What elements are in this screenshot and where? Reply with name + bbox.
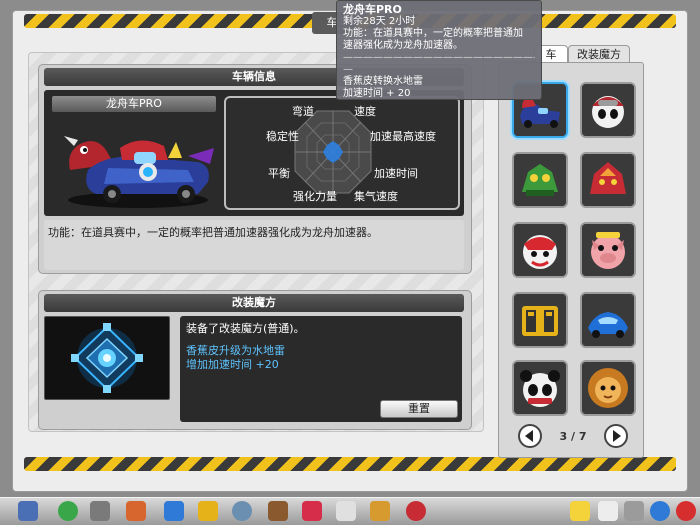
stat-accel-time: 加速时间: [374, 167, 418, 180]
stat-speed: 速度: [354, 105, 376, 118]
tab-mod-cube[interactable]: 改装魔方: [568, 45, 630, 63]
hazard-stripe-bottom: [24, 457, 676, 471]
settings-icon[interactable]: [624, 501, 644, 521]
tooltip-title: 龙舟车PRO: [343, 3, 402, 16]
tooltip-remaining: 剩余28天 2小时: [343, 16, 416, 27]
blue-sports-car-icon: [582, 294, 634, 346]
car-slot-red-dragon[interactable]: [580, 152, 636, 208]
mod-effect-line-2: 增加加速时间 +20: [186, 358, 279, 371]
memo-icon[interactable]: [598, 501, 618, 521]
pig-car-icon: [582, 224, 634, 276]
dragon-boat-car-image: [64, 136, 214, 208]
system-logo-icon[interactable]: [18, 501, 38, 521]
car-slot-yellow-mech[interactable]: [512, 292, 568, 348]
stat-cornering: 弯道: [292, 105, 314, 118]
tooltip-separator-2: —: [343, 64, 353, 75]
tooltip-function-1: 功能：在道具赛中，一定的概率把普通加: [343, 28, 523, 39]
tooltip-separator-1: ———————————————————————: [343, 52, 535, 63]
flag-icon[interactable]: [370, 501, 390, 521]
mod-cube-icon: [71, 323, 143, 393]
tooltip-function-2: 速器强化成为龙舟加速器。: [343, 40, 463, 51]
vehicle-description: 功能：在道具赛中，一定的概率把普通加速器强化成为龙舟加速器。: [44, 220, 464, 270]
lion-car-icon: [582, 362, 634, 414]
stat-charge-speed: 集气速度: [354, 190, 398, 203]
search-icon[interactable]: [650, 501, 670, 521]
pager-prev-button[interactable]: [518, 424, 542, 448]
car-slot-panda-helmet[interactable]: [580, 82, 636, 138]
power-icon[interactable]: [676, 501, 696, 521]
stat-balance: 平衡: [268, 167, 290, 180]
red-dragon-car-icon: [582, 154, 634, 206]
stats-radar-chart: [294, 110, 372, 194]
shop-cart-icon[interactable]: [90, 501, 110, 521]
item-icon[interactable]: [198, 501, 218, 521]
car-slot-panda[interactable]: [512, 360, 568, 416]
gear-icon[interactable]: [232, 501, 252, 521]
tooltip-upgrade-2: 加速时间 + 20: [343, 88, 411, 99]
page-indicator: 3 / 7: [559, 430, 587, 443]
arrow-left-icon: [525, 430, 533, 442]
message-icon[interactable]: [336, 501, 356, 521]
mod-equipped-text: 装备了改装魔方(普通)。: [186, 322, 305, 335]
arrow-right-icon: [613, 430, 621, 442]
stat-boost-power: 强化力量: [293, 190, 337, 203]
character-icon[interactable]: [126, 501, 146, 521]
panda-car-icon: [514, 362, 566, 414]
pager-next-button[interactable]: [604, 424, 628, 448]
car-name-plate: 龙舟车PRO: [52, 96, 216, 112]
tools-icon[interactable]: [268, 501, 288, 521]
car-slot-lion-dance[interactable]: [512, 222, 568, 278]
car-slot-pig[interactable]: [580, 222, 636, 278]
green-dragon-car-icon: [514, 154, 566, 206]
yellow-mech-car-icon: [514, 294, 566, 346]
stat-stability: 稳定性: [266, 130, 299, 143]
kart-icon[interactable]: [164, 501, 184, 521]
mod-cube-header: 改装魔方: [44, 294, 464, 312]
panda-helmet-car-icon: [582, 84, 634, 136]
reset-button[interactable]: 重置: [380, 400, 458, 418]
lion-dance-car-icon: [514, 224, 566, 276]
mail-icon[interactable]: [570, 501, 590, 521]
stat-accel-top-speed: 加速最高速度: [370, 130, 436, 143]
heart-icon[interactable]: [302, 501, 322, 521]
book-icon[interactable]: [406, 501, 426, 521]
car-slot-blue-sports[interactable]: [580, 292, 636, 348]
back-icon[interactable]: [58, 501, 78, 521]
mod-cube-icon-box: [44, 316, 170, 400]
tooltip-upgrade-1: 香蕉皮转换水地雷: [343, 76, 423, 87]
car-slot-green-dragon[interactable]: [512, 152, 568, 208]
car-slot-lion[interactable]: [580, 360, 636, 416]
item-tooltip: 龙舟车PRO 剩余28天 2小时 功能：在道具赛中，一定的概率把普通加 速器强化…: [336, 0, 542, 100]
